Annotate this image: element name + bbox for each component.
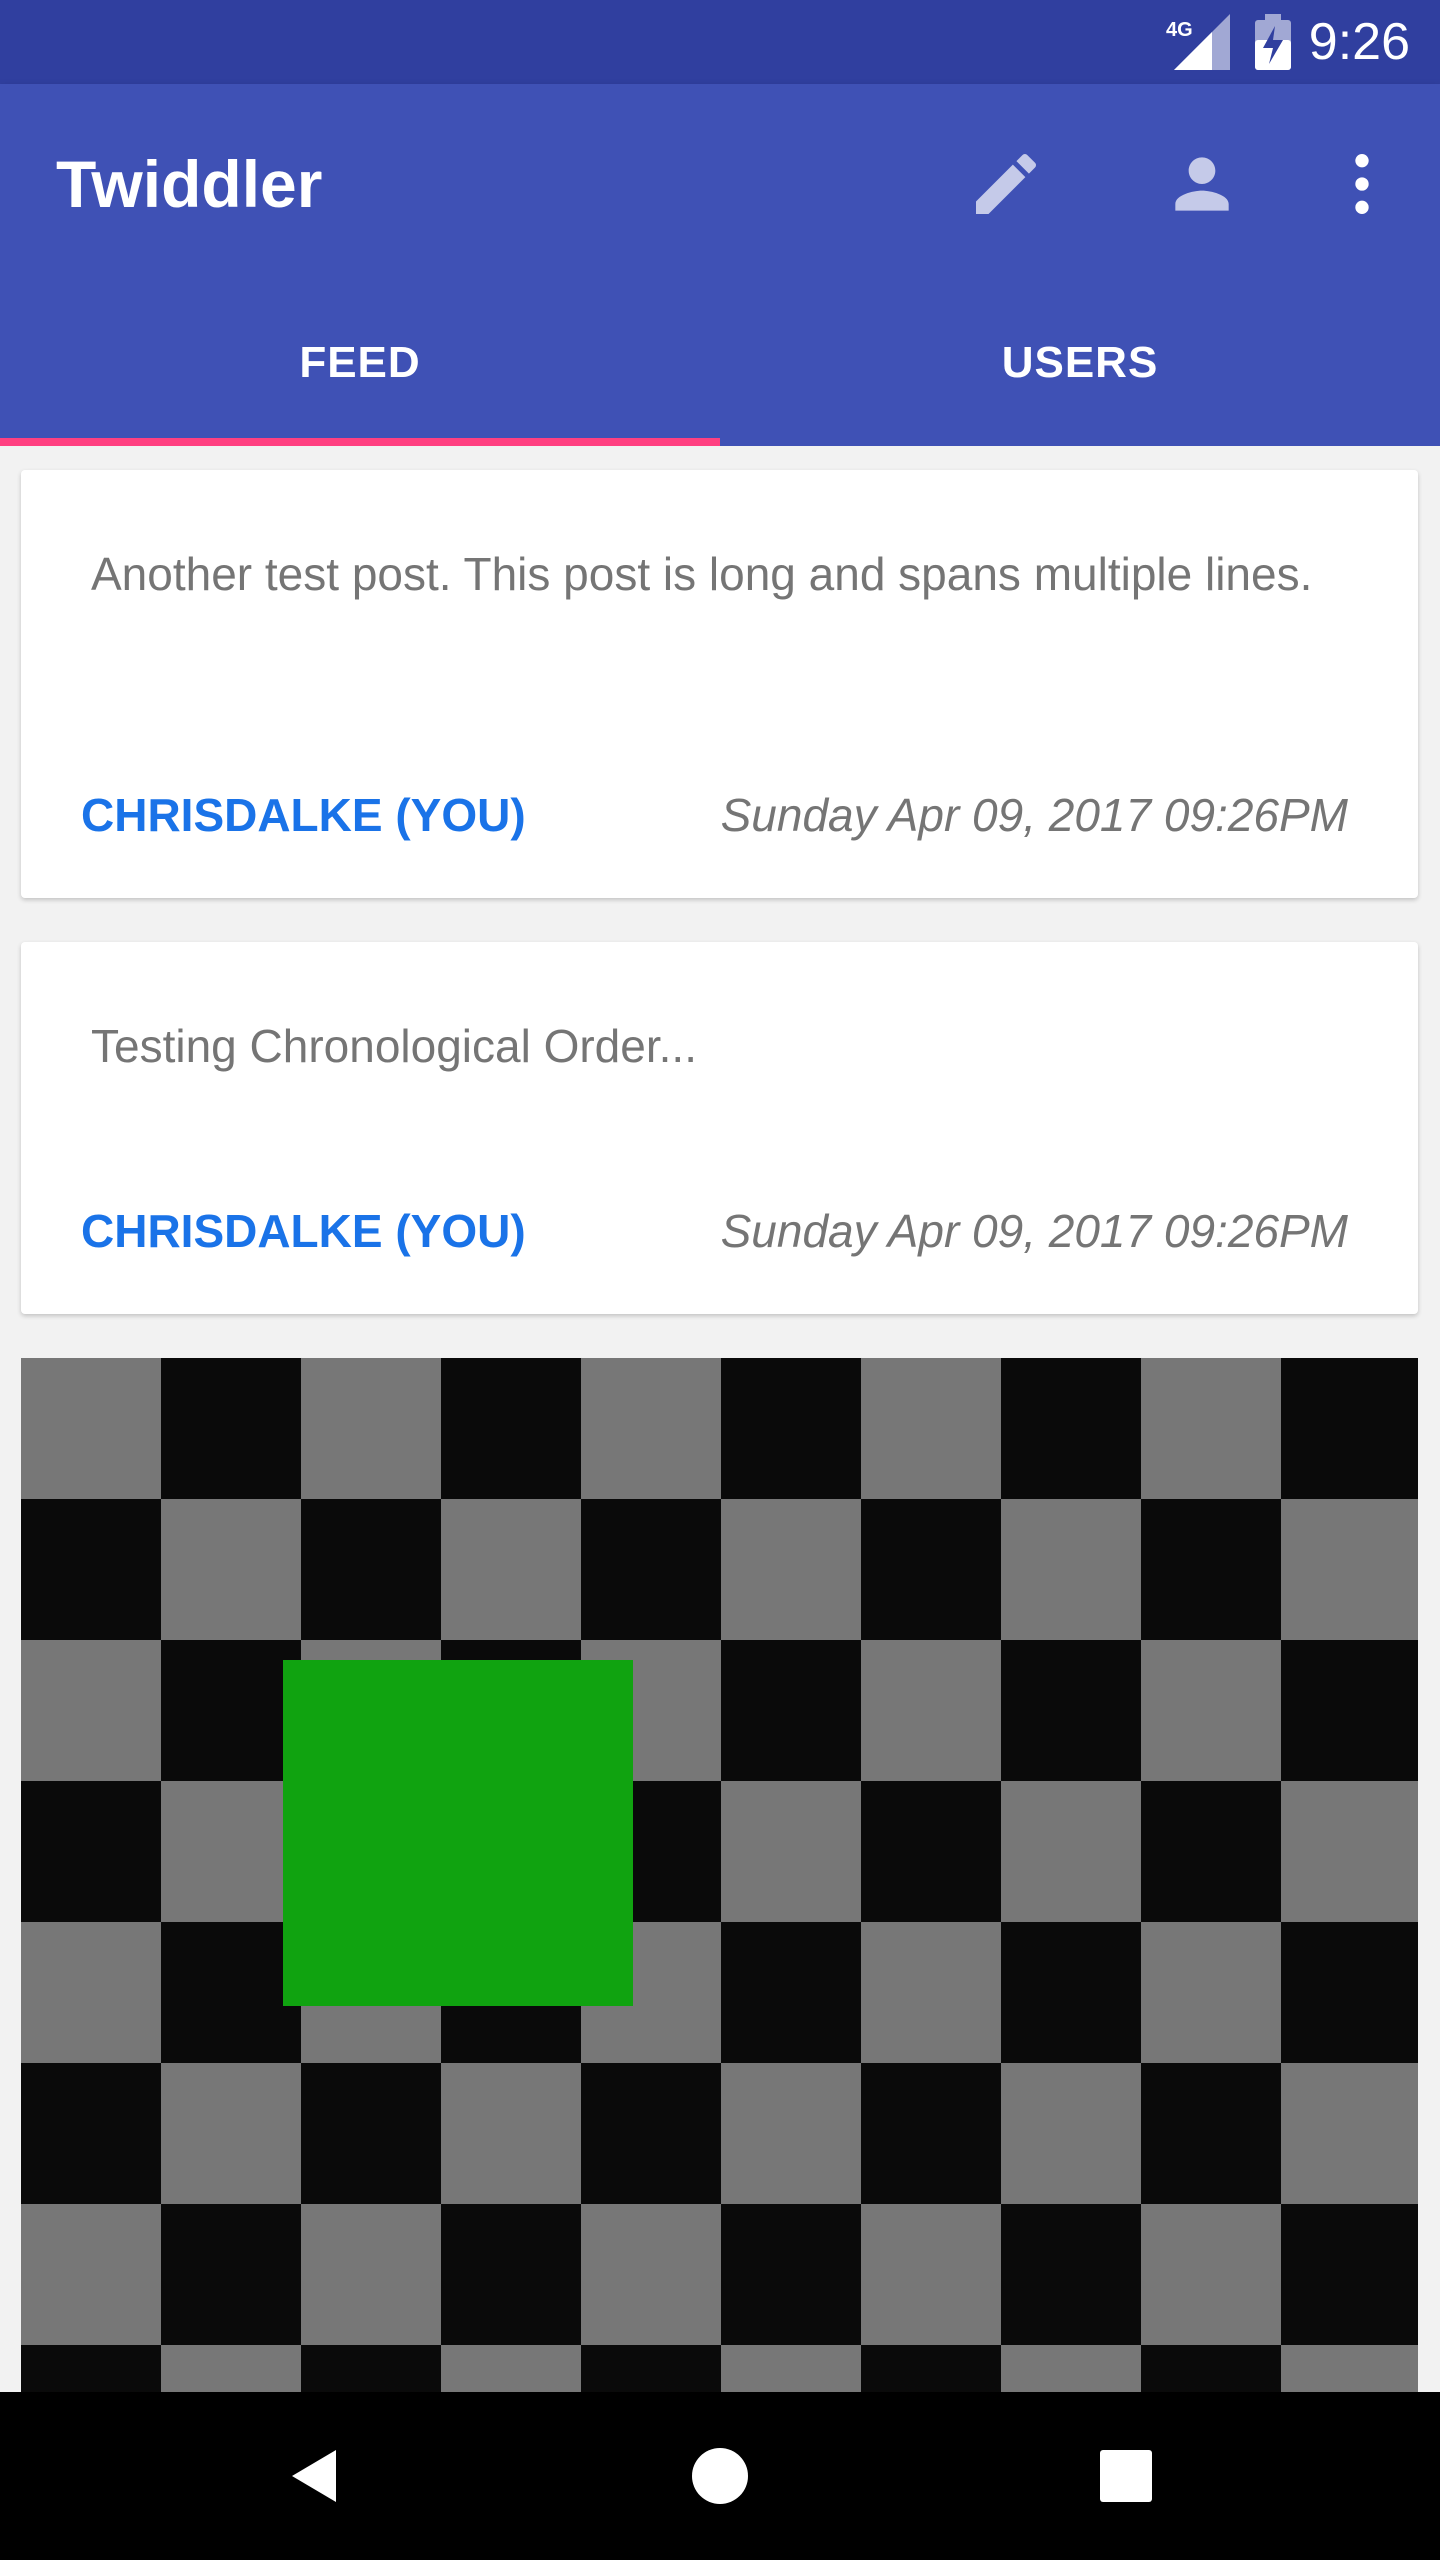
post-author-link[interactable]: CHRISDALKE (YOU) [81,788,526,842]
recents-button[interactable] [1076,2426,1176,2526]
tab-indicator [0,438,720,446]
battery-icon [1255,14,1291,70]
post-timestamp: Sunday Apr 09, 2017 09:26PM [720,1205,1348,1257]
post-timestamp: Sunday Apr 09, 2017 09:26PM [720,789,1348,841]
tab-users-label: USERS [1001,338,1159,387]
more-vert-icon [1355,154,1369,214]
post-author-link[interactable]: CHRISDALKE (YOU) [81,1204,526,1258]
status-time: 9:26 [1308,13,1410,71]
tab-feed-label: FEED [299,338,421,387]
edit-icon [976,153,1037,214]
home-icon [692,2448,748,2504]
post-image-card[interactable] [21,1358,1418,2392]
post-text: Another test post. This post is long and… [91,548,1313,600]
svg-text:4G: 4G [1166,19,1193,41]
recents-icon [1100,2450,1152,2502]
status-bar: 4G 9:26 [0,0,1440,84]
profile-button[interactable] [1152,134,1252,234]
post-text: Testing Chronological Order... [91,1020,697,1072]
tab-feed[interactable]: FEED [0,280,720,446]
green-square-shape [283,1660,633,2006]
more-options-button[interactable] [1312,134,1412,234]
app-bar: Twiddler [0,84,1440,280]
tab-users[interactable]: USERS [720,280,1440,446]
profile-icon [1175,157,1229,211]
back-icon [292,2450,336,2502]
system-nav-bar [0,2392,1440,2560]
home-button[interactable] [670,2426,770,2526]
signal-icon: 4G [1166,14,1230,70]
back-button[interactable] [264,2426,364,2526]
tab-bar: FEED USERS [0,280,1440,446]
edit-button[interactable] [956,134,1056,234]
checkerboard-image [21,1358,1418,2392]
post-card[interactable]: Testing Chronological Order... CHRISDALK… [21,942,1418,1314]
app-title: Twiddler [56,147,323,221]
post-card[interactable]: Another test post. This post is long and… [21,470,1418,898]
